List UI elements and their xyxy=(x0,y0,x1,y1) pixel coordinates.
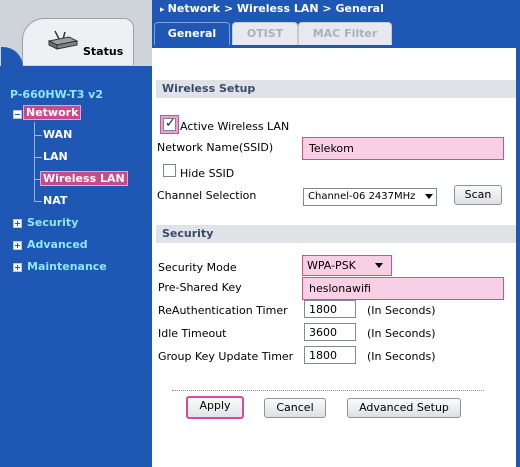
tree-line xyxy=(34,157,42,158)
tab-general[interactable]: General xyxy=(154,22,230,45)
psk-label: Pre-Shared Key xyxy=(158,281,242,294)
scan-button[interactable]: Scan xyxy=(454,185,502,205)
idle-timeout-label: Idle Timeout xyxy=(158,327,227,340)
channel-value: Channel-06 2437MHz xyxy=(308,191,416,202)
hide-ssid-label: Hide SSID xyxy=(180,167,235,180)
tree-line xyxy=(34,122,35,202)
security-mode-label: Security Mode xyxy=(158,261,237,274)
idle-timeout-unit: (In Seconds) xyxy=(367,327,436,340)
expand-icon[interactable] xyxy=(13,219,22,228)
active-wireless-checkbox[interactable] xyxy=(163,116,176,131)
status-tab[interactable]: Status xyxy=(1,18,134,67)
security-mode-select[interactable]: WPA-PSK xyxy=(302,255,392,276)
sidebar-item-advanced[interactable]: Advanced xyxy=(27,238,88,251)
model-name: P-660HW-T3 v2 xyxy=(10,88,104,101)
dropdown-arrow-icon xyxy=(425,194,433,199)
reauth-label: ReAuthentication Timer xyxy=(158,304,288,317)
group-key-input[interactable]: 1800 xyxy=(304,346,356,364)
sidebar: Status P-660HW-T3 v2 Network WAN LAN Wir… xyxy=(0,0,152,467)
ssid-input[interactable]: Telekom xyxy=(302,137,504,160)
security-mode-value: WPA-PSK xyxy=(307,259,356,272)
sidebar-item-wan[interactable]: WAN xyxy=(43,128,72,141)
tree-line xyxy=(34,135,42,136)
idle-timeout-input[interactable]: 3600 xyxy=(304,323,356,341)
breadcrumb: ▸ Network > Wireless LAN > General xyxy=(160,2,384,15)
collapse-icon[interactable] xyxy=(13,110,22,119)
sidebar-item-wireless-lan[interactable]: Wireless LAN xyxy=(40,171,128,186)
section-header-wireless: Wireless Setup xyxy=(156,80,516,98)
sidebar-item-maintenance[interactable]: Maintenance xyxy=(27,260,107,273)
tab-otist[interactable]: OTIST xyxy=(232,22,298,45)
group-key-unit: (In Seconds) xyxy=(367,350,436,363)
group-key-label: Group Key Update Timer xyxy=(158,350,294,363)
channel-label: Channel Selection xyxy=(157,189,257,202)
expand-icon[interactable] xyxy=(13,263,22,272)
section-title: Security xyxy=(162,227,214,240)
sidebar-item-security[interactable]: Security xyxy=(27,216,78,229)
breadcrumb-text: Network > Wireless LAN > General xyxy=(167,2,384,15)
ssid-label: Network Name(SSID) xyxy=(157,141,274,154)
section-header-security: Security xyxy=(156,225,516,243)
psk-input[interactable]: heslonawifi xyxy=(302,277,504,300)
apply-button[interactable]: Apply xyxy=(186,396,244,419)
router-icon xyxy=(47,29,79,54)
sidebar-item-lan[interactable]: LAN xyxy=(43,150,68,163)
section-title: Wireless Setup xyxy=(162,82,256,95)
active-wireless-label: Active Wireless LAN xyxy=(180,120,290,133)
separator xyxy=(172,390,484,391)
channel-select[interactable]: Channel-06 2437MHz xyxy=(303,188,437,206)
expand-icon[interactable] xyxy=(13,241,22,250)
cancel-button[interactable]: Cancel xyxy=(264,398,326,418)
dropdown-arrow-icon xyxy=(375,263,383,268)
advanced-setup-button[interactable]: Advanced Setup xyxy=(347,398,461,418)
sidebar-item-network[interactable]: Network xyxy=(23,105,82,120)
tree-line xyxy=(34,201,42,202)
sidebar-item-nat[interactable]: NAT xyxy=(43,194,67,207)
reauth-unit: (In Seconds) xyxy=(367,304,436,317)
main-panel: ▸ Network > Wireless LAN > General Gener… xyxy=(152,0,520,467)
hide-ssid-checkbox[interactable] xyxy=(163,164,176,177)
breadcrumb-bar: ▸ Network > Wireless LAN > General xyxy=(152,0,520,20)
status-label: Status xyxy=(83,45,124,58)
tab-mac-filter[interactable]: MAC Filter xyxy=(298,22,392,45)
arrow-icon: ▸ xyxy=(160,5,168,15)
reauth-input[interactable]: 1800 xyxy=(304,300,356,318)
